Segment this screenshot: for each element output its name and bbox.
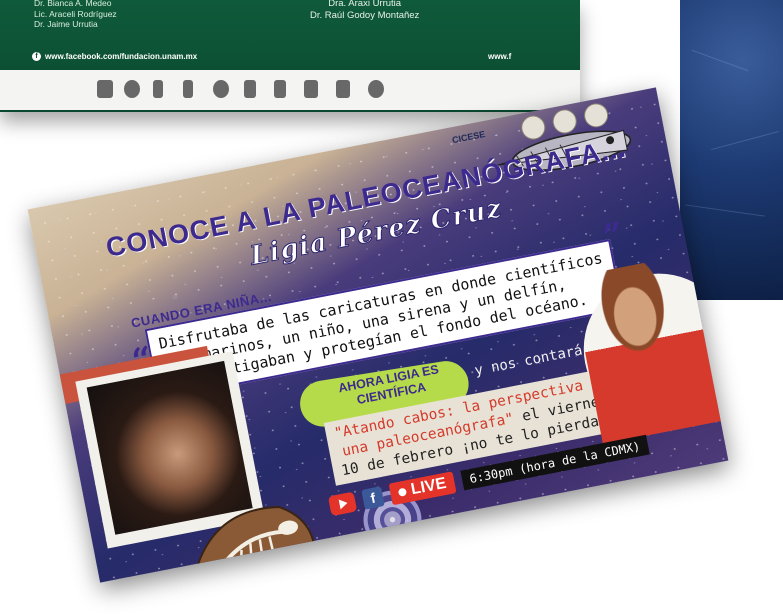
poster-name: Dr. Bianca A. Medeo — [34, 0, 112, 8]
poster-facebook-url: www.facebook.com/fundacion.unam.mx — [45, 52, 198, 61]
texture-line — [711, 130, 779, 151]
poster-name: Dra. Araxi Urrutia — [328, 0, 402, 9]
poster-left-names: Dr. Bianca A. Medeo Lic. Araceli Rodrígu… — [34, 0, 117, 30]
institution-logo — [153, 80, 163, 98]
sponsor-logo — [519, 113, 548, 142]
institution-logo — [124, 80, 140, 98]
background-dark-panel — [680, 0, 783, 300]
texture-line — [691, 49, 749, 72]
institution-logo — [336, 80, 350, 98]
poster-facebook: f www.facebook.com/fundacion.unam.mx — [32, 52, 197, 61]
sponsor-logo — [582, 101, 611, 130]
institution-logo — [368, 80, 384, 98]
poster-name: Dr. Jaime Urrutia — [34, 19, 98, 29]
institution-logo — [244, 80, 256, 98]
background-poster: Dr. Bianca A. Medeo Lic. Araceli Rodrígu… — [0, 0, 580, 112]
youtube-icon[interactable] — [327, 491, 358, 517]
institution-logo — [97, 80, 113, 98]
institution-logo — [183, 80, 193, 98]
institution-logo — [213, 80, 229, 98]
live-label: LIVE — [409, 474, 448, 499]
facebook-icon[interactable]: f — [361, 486, 385, 510]
facebook-icon: f — [32, 52, 41, 61]
texture-line — [685, 204, 765, 217]
poster-logo-strip — [0, 70, 580, 110]
event-card: CICESE CONOCE A LA PALEOCEANÓGRAFA... Li… — [27, 87, 729, 583]
live-dot-icon — [397, 487, 408, 497]
institution-logo — [304, 80, 318, 98]
poster-web-url: www.f — [488, 52, 512, 61]
poster-name: Dr. Raúl Godoy Montañez — [310, 10, 420, 21]
institution-logo — [274, 80, 286, 98]
sponsor-logo — [550, 107, 579, 136]
poster-mid-names: Dra. Araxi Urrutia Dr. Raúl Godoy Montañ… — [310, 0, 419, 22]
poster-name: Lic. Araceli Rodríguez — [34, 8, 117, 19]
